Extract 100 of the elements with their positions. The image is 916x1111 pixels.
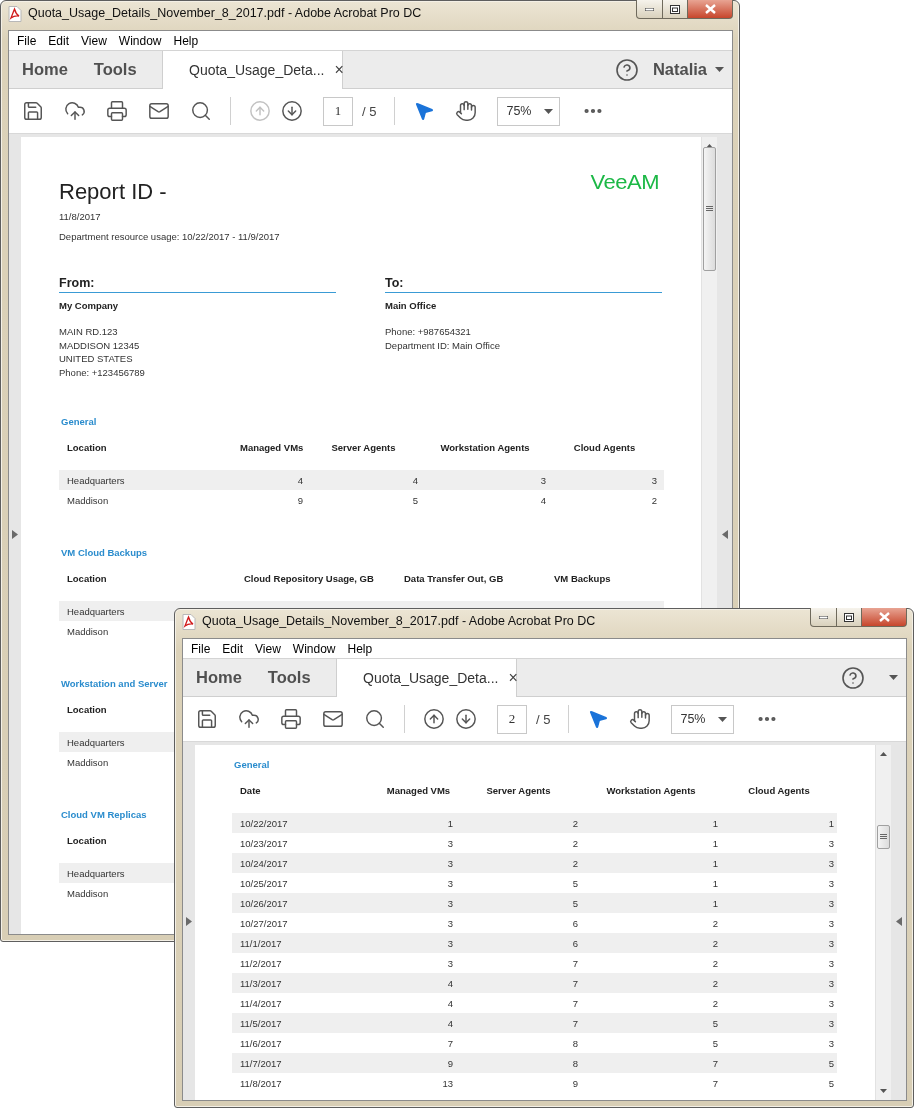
column-header: Workstation Agents bbox=[605, 785, 697, 798]
minimize-button[interactable] bbox=[636, 0, 663, 19]
help-icon[interactable] bbox=[841, 665, 865, 690]
document-tab[interactable]: Quota_Usage_Deta... × bbox=[162, 51, 343, 89]
hand-icon[interactable] bbox=[629, 708, 652, 730]
table-cell-text: 9 bbox=[296, 494, 304, 506]
table-cell-text: 3 bbox=[827, 837, 835, 849]
menu-item[interactable]: Edit bbox=[42, 33, 76, 48]
cloud-upload-icon[interactable] bbox=[64, 100, 86, 122]
page-number-field[interactable]: 2 bbox=[497, 704, 527, 734]
search-icon[interactable] bbox=[364, 708, 386, 730]
table-cell-text: 9 bbox=[571, 1077, 579, 1089]
print-icon[interactable] bbox=[280, 708, 302, 730]
table-cell-text: 3 bbox=[827, 1017, 835, 1029]
menu-item[interactable]: Edit bbox=[216, 641, 250, 656]
minimize-button[interactable] bbox=[810, 608, 837, 627]
table-cell-text: 5 bbox=[571, 877, 579, 889]
menu-item[interactable]: Help bbox=[167, 33, 205, 48]
maximize-button[interactable] bbox=[836, 608, 862, 627]
maximize-icon bbox=[670, 4, 680, 14]
menu-item[interactable]: Window bbox=[286, 641, 342, 656]
document-tab[interactable]: Quota_Usage_Deta... × bbox=[336, 659, 517, 697]
nav-link[interactable]: Tools bbox=[80, 51, 150, 88]
grip-icon[interactable] bbox=[706, 206, 713, 212]
print-icon[interactable] bbox=[106, 100, 128, 122]
maximize-button[interactable] bbox=[662, 0, 688, 19]
menu-item[interactable]: Help bbox=[341, 641, 379, 656]
pointer-icon[interactable] bbox=[413, 100, 436, 122]
close-icon bbox=[704, 4, 716, 14]
tab-close-button[interactable]: × bbox=[334, 61, 344, 79]
user-name[interactable]: Natalia bbox=[652, 60, 707, 79]
nav-link[interactable]: Home bbox=[9, 51, 81, 88]
arrow-up-icon[interactable] bbox=[423, 708, 445, 730]
pointer-icon[interactable] bbox=[587, 708, 610, 730]
caret-down-icon bbox=[718, 716, 728, 722]
table-cell-text: 1 bbox=[711, 877, 719, 889]
close-button[interactable] bbox=[687, 0, 733, 19]
table-cell-text: 3 bbox=[827, 877, 835, 889]
close-button[interactable] bbox=[861, 608, 907, 627]
party-heading: To: bbox=[385, 276, 662, 293]
mail-icon[interactable] bbox=[148, 100, 170, 122]
grip-icon[interactable] bbox=[880, 834, 887, 840]
table-cell-text: Maddison bbox=[66, 494, 110, 506]
table-cell-text: 5 bbox=[711, 1017, 719, 1029]
table-cell-text: 2 bbox=[571, 817, 579, 829]
table-cell-text: 3 bbox=[446, 877, 454, 889]
scroll-up-icon[interactable] bbox=[880, 752, 887, 756]
arrow-down-icon[interactable] bbox=[455, 708, 477, 730]
table-cell-text: 2 bbox=[711, 917, 719, 929]
caret-right-icon[interactable] bbox=[12, 529, 18, 539]
column-header: Managed VMs bbox=[385, 785, 452, 798]
arrow-down-icon[interactable] bbox=[281, 100, 303, 122]
address-line: Department ID: Main Office bbox=[385, 338, 501, 353]
help-icon[interactable] bbox=[614, 57, 639, 82]
menu-item[interactable]: File bbox=[185, 641, 217, 656]
tab-close-button[interactable]: × bbox=[508, 669, 518, 687]
cloud-upload-icon[interactable] bbox=[238, 708, 260, 730]
menu-item[interactable]: View bbox=[75, 33, 113, 48]
table-cell-text: 11/8/2017 bbox=[239, 1077, 283, 1089]
table-cell-text: 5 bbox=[711, 1037, 719, 1049]
save-icon[interactable] bbox=[196, 708, 218, 730]
address-line: MADDISON 12345 bbox=[59, 338, 141, 353]
table-cell-text: 10/25/2017 bbox=[239, 877, 289, 889]
table-cell-text: 3 bbox=[827, 977, 835, 989]
table-cell-text: 7 bbox=[571, 977, 579, 989]
nav-link[interactable]: Home bbox=[183, 659, 255, 696]
caret-left-icon[interactable] bbox=[895, 916, 902, 926]
table-cell-text: 8 bbox=[571, 1037, 579, 1049]
caret-right-icon[interactable] bbox=[186, 916, 192, 926]
menu-item[interactable]: File bbox=[11, 33, 43, 48]
caret-down-icon bbox=[544, 108, 554, 114]
hand-icon[interactable] bbox=[455, 100, 478, 122]
table-cell-text: 4 bbox=[296, 474, 304, 486]
table-cell-text: 1 bbox=[711, 897, 719, 909]
section-title: VM Cloud Backups bbox=[61, 547, 148, 559]
caret-down-icon[interactable] bbox=[889, 675, 898, 680]
table-cell-text: 4 bbox=[446, 1017, 454, 1029]
scrollbar[interactable] bbox=[875, 745, 891, 1100]
save-icon[interactable] bbox=[22, 100, 44, 122]
window-title: Quota_Usage_Details_November_8_2017.pdf - Adobe Acrobat Pro DC bbox=[202, 614, 597, 628]
menu-item[interactable]: Window bbox=[112, 33, 168, 48]
search-icon[interactable] bbox=[190, 100, 212, 122]
table-cell-text: 10/27/2017 bbox=[239, 917, 289, 929]
column-header: Date bbox=[239, 785, 262, 798]
table-cell-text: 1 bbox=[827, 817, 835, 829]
nav-link[interactable]: Tools bbox=[254, 659, 324, 696]
caret-down-icon[interactable] bbox=[715, 67, 724, 72]
table-cell-text: 3 bbox=[446, 957, 454, 969]
table-cell-text: 5 bbox=[827, 1077, 835, 1089]
menu-item[interactable]: View bbox=[249, 641, 287, 656]
table-cell-text: 2 bbox=[711, 997, 719, 1009]
zoom-dropdown[interactable]: 75% bbox=[497, 96, 561, 126]
mail-icon[interactable] bbox=[322, 708, 344, 730]
address-line: Phone: +987654321 bbox=[385, 325, 472, 339]
scroll-down-icon[interactable] bbox=[880, 1089, 887, 1093]
page-number-field[interactable]: 1 bbox=[323, 96, 353, 126]
zoom-dropdown[interactable]: 75% bbox=[671, 704, 735, 734]
table-cell-text: 3 bbox=[539, 474, 547, 486]
caret-left-icon[interactable] bbox=[721, 529, 728, 539]
column-header: Cloud Agents bbox=[747, 785, 811, 798]
